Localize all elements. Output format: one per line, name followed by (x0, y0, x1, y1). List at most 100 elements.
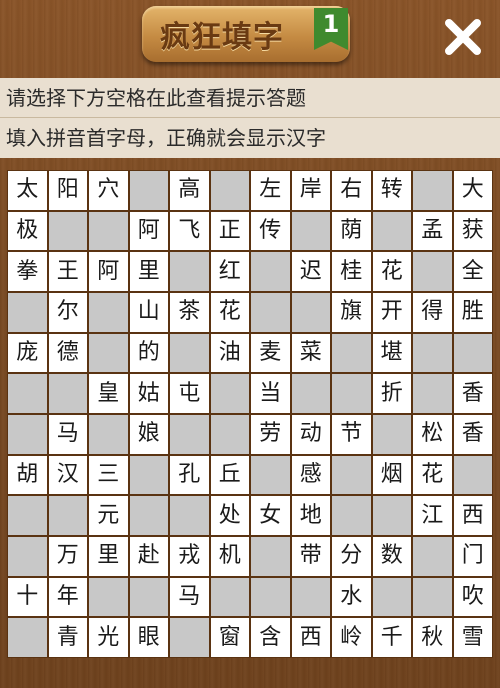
grid-cell-filled[interactable]: 皇 (88, 373, 129, 414)
grid-cell-filled[interactable]: 穴 (88, 170, 129, 211)
grid-cell-filled[interactable]: 屯 (169, 373, 210, 414)
grid-cell-filled[interactable]: 菜 (290, 332, 331, 374)
grid-cell-filled[interactable]: 窗 (209, 617, 250, 658)
grid-cell-empty[interactable] (371, 495, 412, 536)
grid-cell-empty[interactable] (412, 373, 453, 414)
grid-cell-filled[interactable]: 花 (412, 454, 453, 496)
grid-cell-empty[interactable] (452, 454, 493, 496)
grid-cell-empty[interactable] (128, 495, 169, 536)
grid-cell-filled[interactable]: 娘 (128, 413, 169, 455)
grid-cell-filled[interactable]: 年 (47, 576, 88, 618)
grid-cell-filled[interactable]: 红 (209, 251, 250, 292)
grid-cell-filled[interactable]: 岸 (290, 170, 331, 211)
grid-cell-filled[interactable]: 西 (290, 617, 331, 658)
grid-cell-empty[interactable] (452, 332, 493, 374)
grid-cell-filled[interactable]: 劳 (250, 413, 291, 455)
grid-cell-empty[interactable] (7, 291, 48, 333)
grid-cell-filled[interactable]: 全 (452, 251, 493, 292)
grid-cell-filled[interactable]: 赴 (128, 535, 169, 577)
grid-cell-empty[interactable] (209, 373, 250, 414)
grid-cell-filled[interactable]: 开 (371, 291, 412, 333)
grid-cell-empty[interactable] (7, 617, 48, 658)
grid-cell-empty[interactable] (169, 332, 210, 374)
grid-cell-filled[interactable]: 节 (331, 413, 372, 455)
grid-cell-filled[interactable]: 机 (209, 535, 250, 577)
grid-cell-filled[interactable]: 里 (128, 251, 169, 292)
grid-cell-filled[interactable]: 动 (290, 413, 331, 455)
grid-cell-filled[interactable]: 松 (412, 413, 453, 455)
grid-cell-filled[interactable]: 烟 (371, 454, 412, 496)
grid-cell-filled[interactable]: 光 (88, 617, 129, 658)
grid-cell-filled[interactable]: 飞 (169, 210, 210, 252)
grid-cell-filled[interactable]: 分 (331, 535, 372, 577)
grid-cell-filled[interactable]: 汉 (47, 454, 88, 496)
grid-cell-empty[interactable] (250, 576, 291, 618)
grid-cell-filled[interactable]: 庞 (7, 332, 48, 374)
grid-cell-empty[interactable] (209, 170, 250, 211)
grid-cell-empty[interactable] (412, 576, 453, 618)
grid-cell-empty[interactable] (331, 495, 372, 536)
grid-cell-filled[interactable]: 十 (7, 576, 48, 618)
grid-cell-filled[interactable]: 的 (128, 332, 169, 374)
grid-cell-empty[interactable] (250, 251, 291, 292)
grid-cell-filled[interactable]: 花 (209, 291, 250, 333)
grid-cell-filled[interactable]: 折 (371, 373, 412, 414)
grid-cell-filled[interactable]: 高 (169, 170, 210, 211)
grid-cell-empty[interactable] (290, 291, 331, 333)
grid-cell-filled[interactable]: 元 (88, 495, 129, 536)
grid-cell-filled[interactable]: 处 (209, 495, 250, 536)
grid-cell-filled[interactable]: 门 (452, 535, 493, 577)
grid-cell-filled[interactable]: 西 (452, 495, 493, 536)
grid-cell-filled[interactable]: 千 (371, 617, 412, 658)
grid-cell-filled[interactable]: 马 (47, 413, 88, 455)
grid-cell-filled[interactable]: 麦 (250, 332, 291, 374)
grid-cell-filled[interactable]: 戎 (169, 535, 210, 577)
grid-cell-filled[interactable]: 秋 (412, 617, 453, 658)
grid-cell-filled[interactable]: 含 (250, 617, 291, 658)
grid-cell-filled[interactable]: 德 (47, 332, 88, 374)
grid-cell-filled[interactable]: 水 (331, 576, 372, 618)
grid-cell-filled[interactable]: 带 (290, 535, 331, 577)
grid-cell-empty[interactable] (331, 373, 372, 414)
grid-cell-empty[interactable] (290, 373, 331, 414)
grid-cell-filled[interactable]: 右 (331, 170, 372, 211)
grid-cell-filled[interactable]: 万 (47, 535, 88, 577)
grid-cell-empty[interactable] (412, 332, 453, 374)
grid-cell-empty[interactable] (7, 535, 48, 577)
grid-cell-filled[interactable]: 山 (128, 291, 169, 333)
grid-cell-filled[interactable]: 眼 (128, 617, 169, 658)
grid-cell-empty[interactable] (371, 210, 412, 252)
grid-cell-empty[interactable] (412, 535, 453, 577)
grid-cell-filled[interactable]: 香 (452, 413, 493, 455)
grid-cell-filled[interactable]: 传 (250, 210, 291, 252)
grid-cell-filled[interactable]: 极 (7, 210, 48, 252)
grid-cell-empty[interactable] (7, 373, 48, 414)
grid-cell-empty[interactable] (88, 291, 129, 333)
grid-cell-empty[interactable] (7, 413, 48, 455)
grid-cell-filled[interactable]: 茶 (169, 291, 210, 333)
grid-cell-filled[interactable]: 尔 (47, 291, 88, 333)
grid-cell-empty[interactable] (412, 170, 453, 211)
grid-cell-empty[interactable] (250, 454, 291, 496)
grid-cell-filled[interactable]: 女 (250, 495, 291, 536)
grid-cell-empty[interactable] (331, 332, 372, 374)
grid-cell-filled[interactable]: 香 (452, 373, 493, 414)
grid-cell-empty[interactable] (371, 576, 412, 618)
grid-cell-filled[interactable]: 胡 (7, 454, 48, 496)
grid-cell-filled[interactable]: 阿 (88, 251, 129, 292)
grid-cell-filled[interactable]: 大 (452, 170, 493, 211)
grid-cell-filled[interactable]: 胜 (452, 291, 493, 333)
grid-cell-filled[interactable]: 阳 (47, 170, 88, 211)
grid-cell-filled[interactable]: 获 (452, 210, 493, 252)
grid-cell-empty[interactable] (47, 373, 88, 414)
grid-cell-empty[interactable] (169, 617, 210, 658)
grid-cell-empty[interactable] (371, 413, 412, 455)
grid-cell-empty[interactable] (169, 413, 210, 455)
grid-cell-filled[interactable]: 旗 (331, 291, 372, 333)
grid-cell-empty[interactable] (169, 495, 210, 536)
grid-cell-filled[interactable]: 岭 (331, 617, 372, 658)
grid-cell-empty[interactable] (412, 251, 453, 292)
grid-cell-filled[interactable]: 太 (7, 170, 48, 211)
grid-cell-empty[interactable] (47, 210, 88, 252)
close-button[interactable] (440, 14, 486, 60)
